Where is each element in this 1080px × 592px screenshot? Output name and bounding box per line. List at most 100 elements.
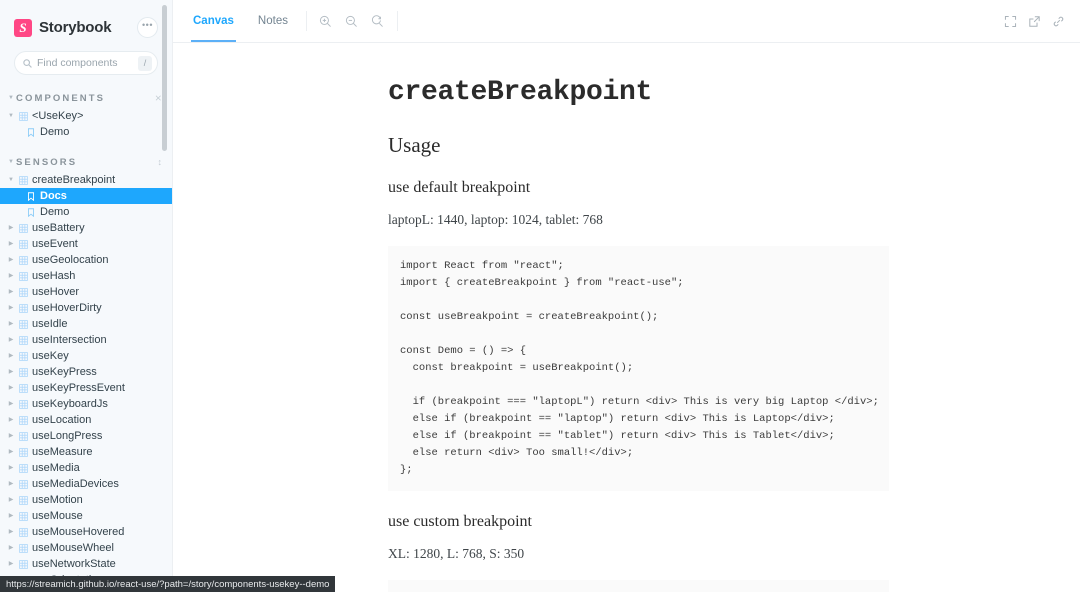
tree-item-usehover[interactable]: ▶ useHover xyxy=(0,284,172,300)
tree-item-label: useGeolocation xyxy=(32,254,108,266)
tree-item-usebattery[interactable]: ▶useBattery xyxy=(0,220,172,236)
chevron-right-icon[interactable]: ▶ xyxy=(6,529,16,535)
copy-link-icon[interactable] xyxy=(1046,0,1070,43)
tree-item-usehoverdirty[interactable]: ▶useHoverDirty xyxy=(0,300,172,316)
tree-item-usekey[interactable]: ▶useKey xyxy=(0,348,172,364)
chevron-right-icon[interactable]: ▶ xyxy=(6,417,16,423)
chevron-down-icon[interactable]: ▼ xyxy=(6,113,16,119)
chevron-right-icon[interactable]: ▶ xyxy=(6,241,16,247)
tree-item-usekeyboardjs[interactable]: ▶ useKeyboardJs xyxy=(0,396,172,412)
zoom-reset-icon[interactable] xyxy=(365,0,391,43)
section-label: SENSORS xyxy=(16,157,77,168)
chevron-down-icon: ▼ xyxy=(6,159,16,165)
page-title: createBreakpoint xyxy=(388,77,889,108)
open-in-new-tab-icon[interactable] xyxy=(1022,0,1046,43)
collapse-all-icon[interactable]: ⨯ xyxy=(154,94,162,103)
tree-item-usemousehovered[interactable]: ▶ useMouseHovered xyxy=(0,524,172,540)
tree-item-label: useMouseHovered xyxy=(32,526,124,538)
tree-item-usenetworkstate[interactable]: ▶ useNetworkState xyxy=(0,556,172,572)
tree-item-docs[interactable]: Docs xyxy=(0,188,172,204)
sidebar: S Storybook ••• / ▼COMPONENTS⨯▼<UseKey>D… xyxy=(0,0,172,592)
tree-item-usemotion[interactable]: ▶useMotion xyxy=(0,492,172,508)
search-container: / xyxy=(0,42,172,75)
zoom-out-icon[interactable] xyxy=(339,0,365,43)
chevron-right-icon[interactable]: ▶ xyxy=(6,465,16,471)
chevron-right-icon[interactable]: ▶ xyxy=(6,513,16,519)
code-block-default[interactable]: import React from "react"; import { crea… xyxy=(388,246,889,491)
tree-item-demo[interactable]: Demo xyxy=(0,124,172,140)
tree-item-demo[interactable]: Demo xyxy=(0,204,172,220)
chevron-right-icon[interactable]: ▶ xyxy=(6,449,16,455)
tree-item-usehash[interactable]: ▶ useHash xyxy=(0,268,172,284)
chevron-right-icon[interactable]: ▶ xyxy=(6,401,16,407)
zoom-in-icon[interactable] xyxy=(313,0,339,43)
fullscreen-icon[interactable] xyxy=(998,0,1022,43)
tree-item-label: useHash xyxy=(32,270,75,282)
toolbar-divider-1 xyxy=(306,11,307,31)
tree-item-usemeasure[interactable]: ▶useMeasure xyxy=(0,444,172,460)
section-header-sensors[interactable]: ▼SENSORS ↕ xyxy=(0,152,172,172)
chevron-right-icon[interactable]: ▶ xyxy=(6,369,16,375)
tree-item-label: useNetworkState xyxy=(32,558,116,570)
tree-item-usemousewheel[interactable]: ▶ useMouseWheel xyxy=(0,540,172,556)
component-grid-icon xyxy=(16,176,30,185)
chevron-right-icon[interactable]: ▶ xyxy=(6,353,16,359)
tree-item-label: useMouseWheel xyxy=(32,542,114,554)
sidebar-scrollbar[interactable] xyxy=(162,5,167,151)
chevron-right-icon[interactable]: ▶ xyxy=(6,289,16,295)
tree-item-useidle[interactable]: ▶useIdle xyxy=(0,316,172,332)
tree-item-usemedia[interactable]: ▶useMedia xyxy=(0,460,172,476)
chevron-right-icon[interactable]: ▶ xyxy=(6,305,16,311)
search-input[interactable] xyxy=(37,57,138,69)
tree-item-label: Demo xyxy=(40,206,69,218)
tree-item-label: Docs xyxy=(40,190,67,202)
chevron-right-icon[interactable]: ▶ xyxy=(6,273,16,279)
tree-item-usemediadevices[interactable]: ▶useMediaDevices xyxy=(0,476,172,492)
section-header-components[interactable]: ▼COMPONENTS⨯ xyxy=(0,88,172,108)
tree-item-label: useKeyPressEvent xyxy=(32,382,125,394)
search-box[interactable]: / xyxy=(14,51,158,75)
tree-item-usekeypress[interactable]: ▶useKeyPress xyxy=(0,364,172,380)
chevron-right-icon[interactable]: ▶ xyxy=(6,321,16,327)
chevron-right-icon[interactable]: ▶ xyxy=(6,337,16,343)
component-grid-icon xyxy=(16,304,30,313)
sidebar-menu-button[interactable]: ••• xyxy=(137,17,158,38)
chevron-right-icon[interactable]: ▶ xyxy=(6,225,16,231)
tree-item-uselocation[interactable]: ▶useLocation xyxy=(0,412,172,428)
tree-item-useintersection[interactable]: ▶ useIntersection xyxy=(0,332,172,348)
chevron-right-icon[interactable]: ▶ xyxy=(6,545,16,551)
tab-notes[interactable]: Notes xyxy=(246,0,300,42)
expand-collapse-icon[interactable]: ↕ xyxy=(158,158,163,167)
tree-item-label: useIntersection xyxy=(32,334,107,346)
component-grid-icon xyxy=(16,496,30,505)
chevron-right-icon[interactable]: ▶ xyxy=(6,561,16,567)
tab-canvas[interactable]: Canvas xyxy=(181,0,246,42)
chevron-right-icon[interactable]: ▶ xyxy=(6,481,16,487)
chevron-right-icon[interactable]: ▶ xyxy=(6,433,16,439)
tree-item-createbreakpoint[interactable]: ▼createBreakpoint xyxy=(0,172,172,188)
chevron-right-icon[interactable]: ▶ xyxy=(6,257,16,263)
tree-item-uselongpress[interactable]: ▶useLongPress xyxy=(0,428,172,444)
tree-item-label: useKeyboardJs xyxy=(32,398,108,410)
chevron-right-icon[interactable]: ▶ xyxy=(6,497,16,503)
tab-notes-label: Notes xyxy=(258,15,288,27)
story-bookmark-icon xyxy=(24,128,38,137)
component-tree[interactable]: ▼COMPONENTS⨯▼<UseKey>Demo▼SENSORS↕▼creat… xyxy=(0,76,172,592)
tree-item-usekey[interactable]: ▼<UseKey> xyxy=(0,108,172,124)
component-grid-icon xyxy=(16,272,30,281)
tree-item-usegeolocation[interactable]: ▶ useGeolocation xyxy=(0,252,172,268)
component-grid-icon xyxy=(16,240,30,249)
tree-item-usekeypressevent[interactable]: ▶ useKeyPressEvent xyxy=(0,380,172,396)
code-block-custom[interactable]: import React from "react"; import { crea… xyxy=(388,580,889,592)
chevron-right-icon[interactable]: ▶ xyxy=(6,385,16,391)
tree-item-label: useHover xyxy=(32,286,79,298)
canvas-toolbar: Canvas Notes xyxy=(173,0,1080,43)
status-bar-url: https://streamich.github.io/react-use/?p… xyxy=(0,576,335,592)
docs-canvas: createBreakpoint Usage use default break… xyxy=(173,43,1080,592)
component-grid-icon xyxy=(16,384,30,393)
tree-item-usemouse[interactable]: ▶useMouse xyxy=(0,508,172,524)
toolbar-divider-2 xyxy=(397,11,398,31)
chevron-down-icon[interactable]: ▼ xyxy=(6,177,16,183)
tree-item-useevent[interactable]: ▶useEvent xyxy=(0,236,172,252)
component-grid-icon xyxy=(16,224,30,233)
